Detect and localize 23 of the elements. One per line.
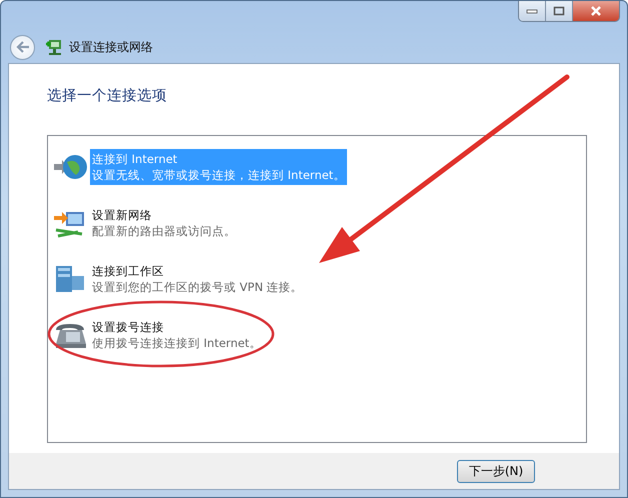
back-button[interactable] [10, 34, 35, 60]
option-description: 使用拨号连接连接到 Internet。 [92, 335, 262, 351]
next-button[interactable]: 下一步(N) [457, 460, 535, 482]
option-description: 设置到您的工作区的拨号或 VPN 连接。 [92, 279, 303, 295]
connection-option[interactable]: 连接到工作区 设置到您的工作区的拨号或 VPN 连接。 [52, 258, 582, 300]
option-title: 设置新网络 [92, 207, 153, 223]
option-title: 设置拨号连接 [92, 319, 165, 335]
page-heading: 选择一个连接选项 [47, 87, 168, 105]
minimize-icon [526, 8, 538, 14]
window-title: 设置连接或网络 [69, 38, 153, 56]
option-title: 连接到 Internet [92, 151, 178, 167]
back-arrow-icon [16, 41, 30, 53]
option-description: 设置无线、宽带或拨号连接，连接到 Internet。 [92, 167, 346, 183]
close-icon [589, 6, 603, 16]
connection-option[interactable]: 设置新网络 配置新的路由器或访问点。 [52, 202, 582, 244]
maximize-button[interactable] [546, 1, 573, 21]
minimize-button[interactable] [519, 1, 546, 21]
maximize-icon [553, 6, 565, 16]
network-icon [45, 37, 63, 57]
option-title: 连接到工作区 [92, 263, 165, 279]
connection-option[interactable]: 设置拨号连接 使用拨号连接连接到 Internet。 [52, 314, 582, 356]
option-description: 配置新的路由器或访问点。 [92, 223, 236, 239]
close-button[interactable] [573, 1, 619, 21]
